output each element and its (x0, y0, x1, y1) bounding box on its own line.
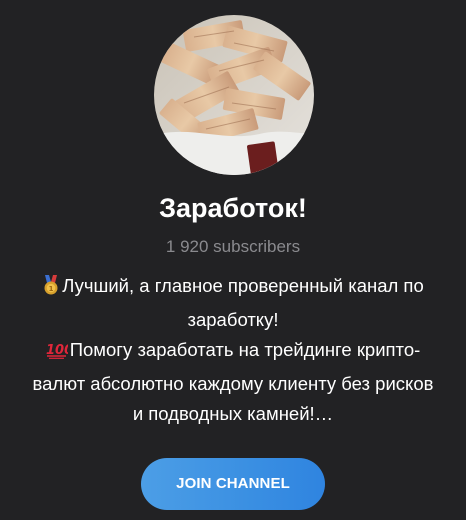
channel-title: Заработок! (159, 193, 307, 223)
medal-icon: 1 (42, 274, 60, 305)
svg-text:1: 1 (49, 285, 54, 293)
description-text: Лучший, а главное проверенный канал по (62, 275, 424, 296)
description-line-1: 1 Лучший, а главное проверенный канал по (6, 271, 460, 305)
money-stacks-photo (154, 15, 314, 175)
description-line-2: заработку! (187, 308, 279, 330)
channel-preview: Заработок! 1 920 subscribers 1 Лучший, а … (0, 0, 466, 520)
subscriber-count: 1 920 subscribers (165, 237, 301, 256)
avatar (154, 15, 314, 175)
join-channel-button[interactable]: JOIN CHANNEL (141, 458, 325, 510)
description-line-4: валют абсолютно каждому клиенту без риск… (32, 372, 434, 394)
channel-description: 1 Лучший, а главное проверенный канал по … (6, 271, 460, 430)
description-text: Помогу заработать на трейдинге крипто- (69, 339, 421, 360)
description-line-5: и подводных камней!… (132, 403, 334, 424)
description-line-3: 100Помогу заработать на трейдинге крипто… (6, 335, 460, 369)
hundred-points-icon: 100 (46, 338, 73, 369)
